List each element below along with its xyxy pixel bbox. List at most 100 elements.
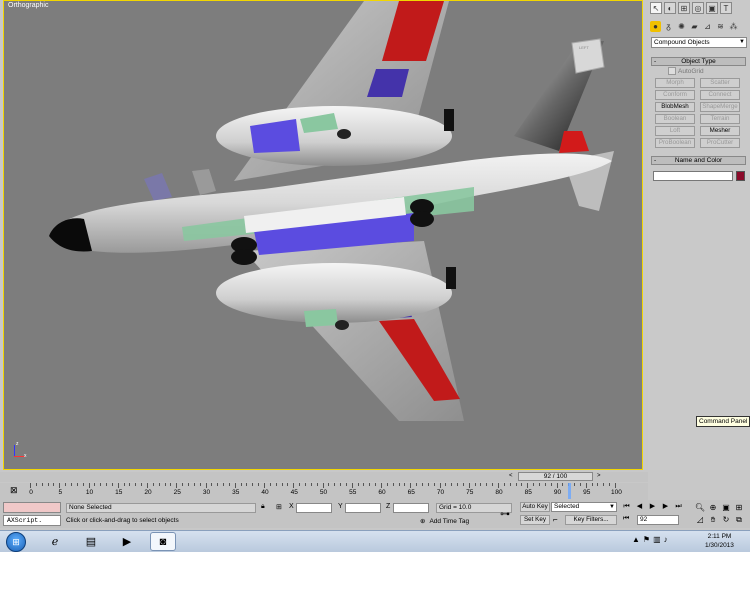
coord-y-field[interactable] <box>345 503 381 513</box>
previous-frame-icon[interactable]: ◀ <box>634 502 645 512</box>
orbit-icon[interactable]: ↻ <box>720 514 732 525</box>
cameras-icon[interactable]: ▰ <box>689 21 700 32</box>
go-to-start-icon[interactable]: ⏮ <box>621 502 632 512</box>
geometry-icon[interactable]: ● <box>650 21 661 32</box>
autogrid-checkbox[interactable]: AutoGrid <box>668 67 704 75</box>
scatter-button[interactable]: Scatter <box>700 78 740 88</box>
viewport-label[interactable]: Orthographic <box>8 2 48 9</box>
media-player-icon[interactable]: ▶ <box>114 532 140 551</box>
mesher-button[interactable]: Mesher <box>700 126 740 136</box>
helpers-icon[interactable]: ⊿ <box>702 21 713 32</box>
taskbar-clock[interactable]: 2:11 PM 1/30/2013 <box>705 532 734 550</box>
ruler-tick <box>416 483 418 486</box>
spacewarps-icon[interactable]: ≋ <box>715 21 726 32</box>
play-icon[interactable]: ▶ <box>647 502 658 512</box>
zoom-extents-icon[interactable]: ▣ <box>720 502 732 513</box>
systems-icon[interactable]: ⁂ <box>728 21 739 32</box>
time-slider-next[interactable]: > <box>597 473 601 479</box>
internet-explorer-icon[interactable]: ℯ <box>42 532 68 551</box>
hierarchy-icon[interactable]: ⊞ <box>678 2 690 14</box>
modify-icon[interactable]: ◐ <box>664 2 676 14</box>
ruler-tick <box>410 483 412 488</box>
object-type-rollout[interactable]: - Object Type <box>651 57 746 66</box>
object-color-swatch[interactable] <box>736 171 745 181</box>
volume-icon[interactable]: ♪ <box>664 535 668 544</box>
lock-icon[interactable]: 🔒︎ <box>261 503 265 511</box>
key-selection-dropdown[interactable]: Selected ▼ <box>551 502 617 512</box>
procutter-button[interactable]: ProCutter <box>700 138 740 148</box>
shapes-icon[interactable]: ᵹ <box>663 21 674 32</box>
time-slider[interactable]: < 92 / 100 > <box>0 472 648 482</box>
motion-icon[interactable]: ◎ <box>692 2 704 14</box>
pan-icon[interactable]: ✋︎ <box>707 514 719 525</box>
ruler-tick-label: 5 <box>58 489 63 496</box>
field-of-view-icon[interactable]: ◿ <box>694 514 706 525</box>
show-hidden-icons[interactable]: ▲ <box>632 535 640 544</box>
coord-x-field[interactable] <box>296 503 332 513</box>
zoom-icon[interactable]: 🔍︎ <box>694 502 706 513</box>
add-time-tag[interactable]: ⊕ Add Time Tag <box>420 517 469 526</box>
go-to-end-icon[interactable]: ⏭ <box>673 502 684 512</box>
auto-key-button[interactable]: Auto Key <box>520 502 550 512</box>
key-filters-button[interactable]: Key Filters... <box>565 515 617 525</box>
utilities-icon[interactable]: T <box>720 2 732 14</box>
set-key-button[interactable]: Set Key <box>520 515 550 525</box>
shapemerge-button[interactable]: ShapeMerge <box>700 102 740 112</box>
conform-button[interactable]: Conform <box>655 90 695 100</box>
ruler-tick <box>223 483 225 486</box>
blobmesh-button[interactable]: BlobMesh <box>655 102 695 112</box>
airplane-model[interactable] <box>4 1 643 470</box>
ruler-tick <box>117 483 119 488</box>
ruler-tick <box>211 483 213 486</box>
frame-ruler[interactable]: 0 5 10 15 20 25 30 35 40 45 50 55 60 65 70 75 80 85 90 95 10… <box>29 483 622 500</box>
display-icon[interactable]: ▣ <box>706 2 718 14</box>
time-slider-prev[interactable]: < <box>509 473 513 479</box>
flag-icon[interactable]: ⚑ <box>643 535 650 544</box>
connect-button[interactable]: Connect <box>700 90 740 100</box>
absolute-mode-icon[interactable]: ⊞ <box>276 503 282 511</box>
ruler-tick <box>498 483 499 488</box>
terrain-button[interactable]: Terrain <box>700 114 740 124</box>
checkbox-icon <box>668 67 676 75</box>
category-dropdown[interactable]: Compound Objects ▼ <box>651 37 747 48</box>
collapse-icon: - <box>654 157 657 164</box>
set-key-icon[interactable]: ⌐ <box>553 515 558 524</box>
orthographic-viewport[interactable]: Orthographic LEFT z x <box>3 0 643 470</box>
file-explorer-icon[interactable]: ▤ <box>78 532 104 551</box>
next-frame-icon[interactable]: ▶ <box>660 502 671 512</box>
maxscript-mini-listener[interactable] <box>3 502 61 513</box>
ruler-tick <box>433 483 435 486</box>
lights-icon[interactable]: ✺ <box>676 21 687 32</box>
current-frame-field[interactable]: 92 <box>637 515 679 525</box>
object-name-field[interactable] <box>653 171 733 181</box>
ruler-tick <box>293 483 295 488</box>
name-and-color-rollout[interactable]: - Name and Color <box>651 156 746 165</box>
zoom-all-icon[interactable]: ⊕ <box>707 502 719 513</box>
ruler-tick <box>281 483 283 486</box>
ruler-tick <box>152 483 154 486</box>
coord-z-field[interactable] <box>393 503 429 513</box>
current-frame-marker[interactable] <box>568 483 572 499</box>
morph-button[interactable]: Morph <box>655 78 695 88</box>
boolean-button[interactable]: Boolean <box>655 114 695 124</box>
trackbar[interactable]: ⊠ 0 5 10 15 20 25 30 35 40 45 50 55 60 65 70 75 80 85 90 95… <box>0 483 648 500</box>
create-icon[interactable]: ↖ <box>650 2 662 14</box>
coord-z-label: Z <box>386 503 391 510</box>
loft-button[interactable]: Loft <box>655 126 695 136</box>
time-slider-thumb[interactable]: 92 / 100 <box>518 472 593 481</box>
trackbar-toggle-icon[interactable]: ⊠ <box>10 485 18 496</box>
start-button[interactable]: ⊞ <box>6 532 26 552</box>
network-icon[interactable]: ▥ <box>653 535 661 544</box>
maximize-viewport-icon[interactable]: ⧉ <box>733 514 745 525</box>
ruler-tick-label: 55 <box>349 489 357 496</box>
maxscript-input[interactable]: AXScript. <box>3 515 61 526</box>
proboolean-button[interactable]: ProBoolean <box>655 138 695 148</box>
ruler-tick <box>187 483 189 486</box>
key-mode-icon[interactable]: ⏮ <box>623 515 629 523</box>
zoom-extents-all-icon[interactable]: ⊞ <box>733 502 745 513</box>
viewcube-label[interactable]: LEFT <box>579 45 589 50</box>
key-icon[interactable]: ⊶ <box>500 509 510 520</box>
3dsmax-taskbar-icon[interactable]: ◙ <box>150 532 176 551</box>
selection-status: None Selected <box>66 503 256 513</box>
ruler-tick <box>322 483 324 488</box>
